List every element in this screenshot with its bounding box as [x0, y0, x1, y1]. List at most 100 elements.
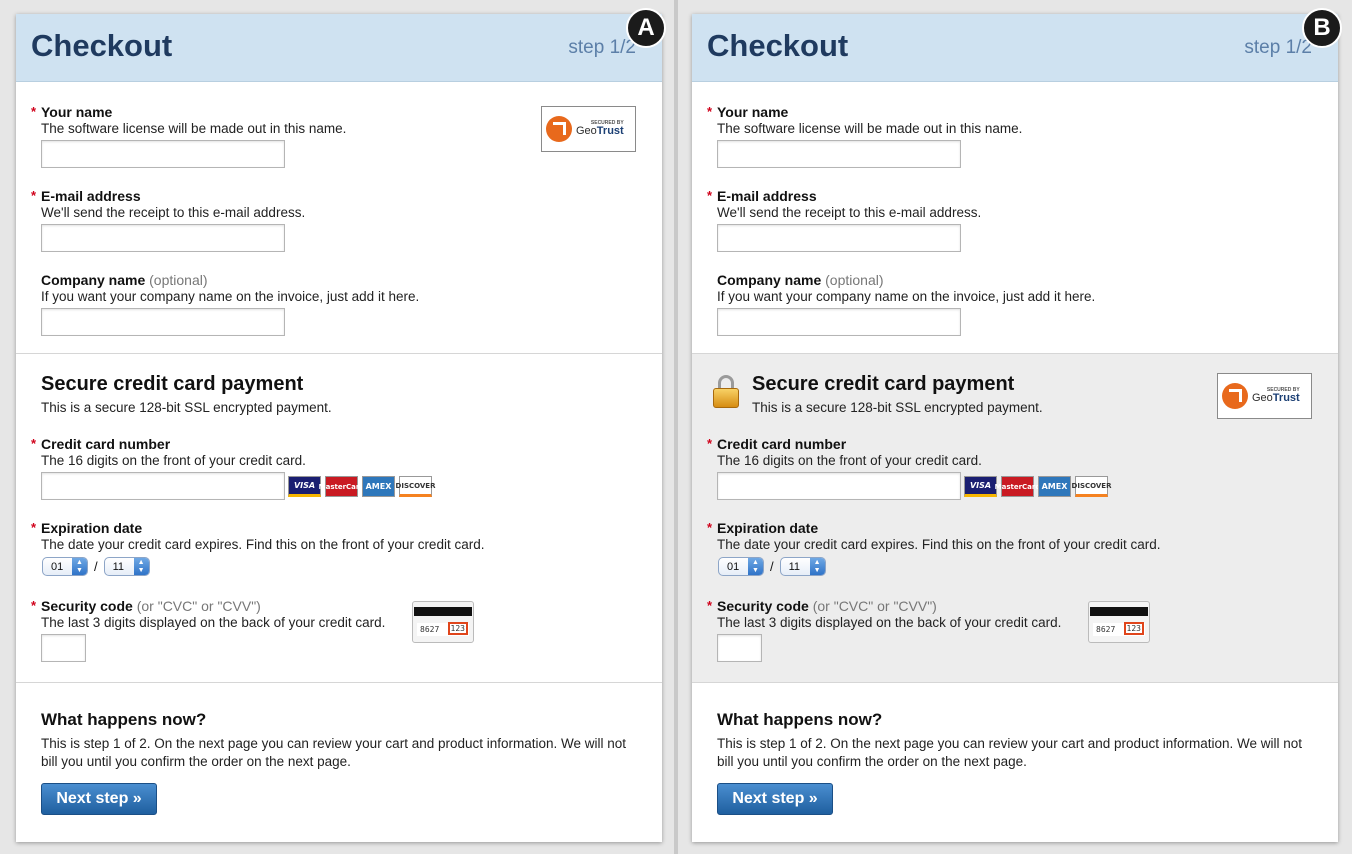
next-steps-section: What happens now? This is step 1 of 2. O…	[692, 683, 1338, 841]
email-label: E-mail address	[717, 188, 817, 204]
expiry-year-select[interactable]: 11 ▲ ▼	[779, 557, 826, 576]
cvc-card-icon: 8627 123	[412, 601, 474, 643]
security-code-label: Security code	[717, 598, 809, 614]
expiration-field: * Expiration date The date your credit c…	[31, 520, 485, 576]
required-marker: *	[707, 598, 713, 613]
security-code-hint: The last 3 digits displayed on the back …	[41, 615, 386, 630]
customer-info-section: * Your name The software license will be…	[692, 82, 1338, 354]
company-hint: If you want your company name on the inv…	[717, 289, 1096, 304]
geotrust-seal[interactable]: SECURED BY GeoTrust	[541, 106, 636, 152]
date-separator: /	[94, 559, 98, 574]
panel-divider	[674, 0, 678, 854]
next-step-button[interactable]: Next step »	[41, 783, 157, 815]
security-code-hint: The last 3 digits displayed on the back …	[717, 615, 1062, 630]
mastercard-icon: MasterCard	[319, 476, 364, 497]
required-marker: *	[31, 104, 37, 119]
expiration-label: Expiration date	[717, 520, 819, 536]
payment-heading: Secure credit card payment This is a sec…	[41, 373, 332, 415]
name-input[interactable]	[41, 140, 285, 168]
card-number-label: Credit card number	[717, 436, 847, 452]
payment-title: Secure credit card payment	[752, 373, 1015, 395]
email-hint: We'll send the receipt to this e-mail ad…	[717, 205, 982, 220]
card-number-input[interactable]	[41, 472, 285, 500]
expiration-hint: The date your credit card expires. Find …	[717, 537, 1161, 552]
required-marker: *	[31, 598, 37, 613]
date-separator: /	[770, 559, 774, 574]
required-marker: *	[707, 188, 713, 203]
next-steps-title: What happens now?	[41, 710, 207, 729]
name-field: * Your name The software license will be…	[31, 104, 347, 168]
expiry-month-select[interactable]: 01 ▲ ▼	[718, 557, 764, 576]
discover-icon: DISCOVER	[1072, 476, 1111, 497]
payment-section: SECURED BY GeoTrust Secure credit card p…	[692, 354, 1338, 683]
security-code-field: * Security code (or "CVC" or "CVV") The …	[31, 598, 386, 662]
geotrust-logo-icon	[1222, 383, 1248, 409]
expiry-month-select[interactable]: 01 ▲ ▼	[42, 557, 88, 576]
next-steps-text: This is step 1 of 2. On the next page yo…	[717, 736, 1303, 769]
company-input[interactable]	[717, 308, 961, 336]
email-input[interactable]	[717, 224, 961, 252]
checkout-panel-a: Checkout step 1/2 SECURED BY GeoTrust * …	[16, 14, 662, 842]
customer-info-section: SECURED BY GeoTrust * Your name The soft…	[16, 82, 662, 354]
expiry-year-select[interactable]: 11 ▲ ▼	[103, 557, 150, 576]
card-logos: VISA MasterCard AMEX DISCOVER	[964, 476, 1111, 497]
required-marker: *	[707, 436, 713, 451]
variant-b-badge: B	[1302, 8, 1342, 48]
next-steps-section: What happens now? This is step 1 of 2. O…	[16, 683, 662, 841]
security-code-note: (or "CVC" or "CVV")	[812, 598, 937, 614]
card-number-hint: The 16 digits on the front of your credi…	[717, 453, 982, 468]
page-title: Checkout	[31, 28, 173, 63]
next-steps-text: This is step 1 of 2. On the next page yo…	[41, 736, 627, 769]
payment-title: Secure credit card payment	[41, 373, 304, 395]
discover-icon: DISCOVER	[396, 476, 435, 497]
email-hint: We'll send the receipt to this e-mail ad…	[41, 205, 306, 220]
checkout-panel-b: Checkout step 1/2 * Your name The softwa…	[692, 14, 1338, 842]
email-field: * E-mail address We'll send the receipt …	[31, 188, 306, 252]
checkout-header: Checkout step 1/2	[692, 14, 1338, 82]
security-code-note: (or "CVC" or "CVV")	[136, 598, 261, 614]
geotrust-seal[interactable]: SECURED BY GeoTrust	[1217, 373, 1312, 419]
company-input[interactable]	[41, 308, 285, 336]
name-label: Your name	[717, 104, 789, 120]
card-number-input[interactable]	[717, 472, 961, 500]
security-code-input[interactable]	[41, 634, 86, 662]
next-step-button[interactable]: Next step »	[717, 783, 833, 815]
next-steps-info: What happens now? This is step 1 of 2. O…	[717, 710, 1317, 771]
visa-icon: VISA	[288, 476, 321, 497]
visa-icon: VISA	[964, 476, 997, 497]
step-indicator: step 1/2	[1244, 37, 1312, 58]
amex-icon: AMEX	[362, 476, 395, 497]
select-arrows-icon: ▲ ▼	[809, 558, 825, 575]
select-arrows-icon: ▲ ▼	[133, 558, 149, 575]
name-field: * Your name The software license will be…	[707, 104, 1022, 168]
card-number-field: * Credit card number The 16 digits on th…	[31, 436, 306, 500]
required-marker: *	[31, 436, 37, 451]
required-marker: *	[707, 104, 713, 119]
expiration-hint: The date your credit card expires. Find …	[41, 537, 485, 552]
next-steps-title: What happens now?	[717, 710, 883, 729]
payment-section: Secure credit card payment This is a sec…	[16, 354, 662, 683]
page-title: Checkout	[707, 28, 849, 63]
payment-heading: Secure credit card payment This is a sec…	[752, 373, 1043, 415]
payment-desc: This is a secure 128-bit SSL encrypted p…	[752, 400, 1043, 415]
required-marker: *	[31, 188, 37, 203]
padlock-icon	[713, 375, 739, 409]
optional-note: (optional)	[149, 272, 208, 288]
email-input[interactable]	[41, 224, 285, 252]
required-marker: *	[31, 520, 37, 535]
geotrust-logo-icon	[546, 116, 572, 142]
expiration-label: Expiration date	[41, 520, 143, 536]
security-code-input[interactable]	[717, 634, 762, 662]
name-hint: The software license will be made out in…	[41, 121, 347, 136]
checkout-header: Checkout step 1/2	[16, 14, 662, 82]
company-label: Company name	[41, 272, 146, 288]
next-steps-info: What happens now? This is step 1 of 2. O…	[41, 710, 641, 771]
security-code-label: Security code	[41, 598, 133, 614]
name-label: Your name	[41, 104, 113, 120]
cvc-card-icon: 8627 123	[1088, 601, 1150, 643]
company-field: Company name (optional) If you want your…	[717, 272, 1095, 336]
card-number-field: * Credit card number The 16 digits on th…	[707, 436, 982, 500]
card-logos: VISA MasterCard AMEX DISCOVER	[288, 476, 435, 497]
company-label: Company name	[717, 272, 822, 288]
name-input[interactable]	[717, 140, 961, 168]
